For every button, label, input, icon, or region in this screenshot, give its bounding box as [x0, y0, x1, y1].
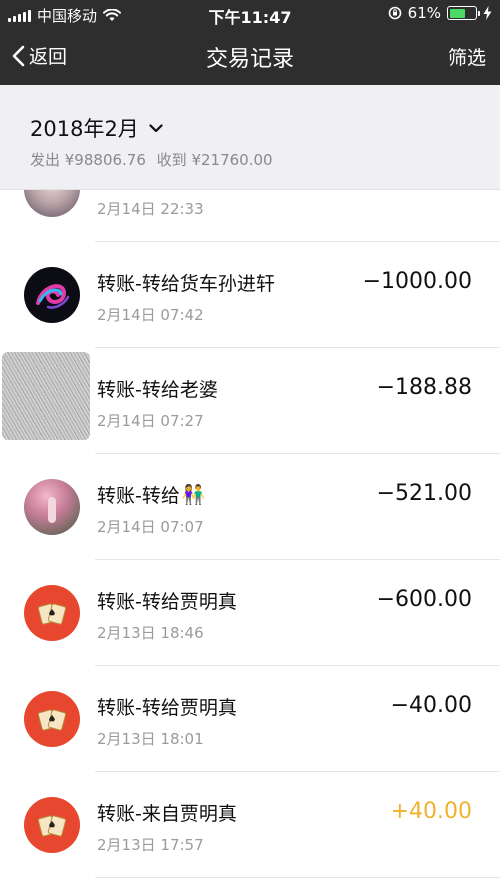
charging-icon	[483, 6, 492, 20]
status-bar: 中国移动 下午11:47 61%	[0, 0, 500, 28]
swirl-avatar	[24, 267, 80, 323]
battery-icon	[447, 6, 480, 20]
photo-avatar	[24, 190, 80, 217]
poker-cards-avatar	[24, 585, 80, 641]
nav-bar: 返回 交易记录 筛选	[0, 28, 500, 85]
transaction-amount: +40.00	[390, 799, 472, 824]
couple-emoji: 👫	[181, 484, 206, 506]
transaction-date: 2月14日 07:42	[97, 306, 204, 324]
month-selector[interactable]: 2018年2月	[30, 113, 163, 143]
transaction-amount: −600.00	[376, 587, 472, 612]
transaction-title: 转账-转给货车孙进轩	[97, 273, 275, 295]
month-label: 2018年2月	[30, 117, 139, 141]
transaction-amount: −188.88	[376, 375, 472, 400]
month-summary: 2018年2月 发出 ¥98806.76 收到 ¥21760.00	[0, 85, 500, 190]
transaction-row[interactable]: 转账-转给贾明真 2月13日 18:01 −40.00	[0, 666, 500, 772]
transaction-date: 2月13日 18:01	[97, 730, 204, 748]
page-title: 交易记录	[205, 47, 294, 72]
orientation-lock-icon	[388, 6, 401, 20]
transaction-row[interactable]: 转账-转给货车孙进轩 2月14日 07:42 −1000.00	[0, 242, 500, 348]
transaction-date: 2月13日 17:57	[97, 836, 204, 854]
filter-button[interactable]: 筛选	[448, 43, 486, 70]
poker-cards-avatar	[24, 691, 80, 747]
photo-avatar	[24, 479, 80, 535]
chevron-down-icon	[149, 123, 163, 132]
totals: 发出 ¥98806.76 收到 ¥21760.00	[30, 149, 279, 170]
transaction-title: 转账-转给贾明真	[97, 697, 237, 719]
transaction-list: 2月14日 22:33 转账-转给货车孙进轩 2月14日 07:42 −1000…	[0, 190, 500, 889]
transaction-date: 2月14日 22:33	[97, 200, 204, 218]
transaction-title: 转账-转给 👫	[97, 484, 206, 507]
transaction-amount: −40.00	[390, 693, 472, 718]
transaction-amount: −1000.00	[362, 269, 472, 294]
transaction-row[interactable]: 转账-转给老婆 2月14日 07:27 −188.88	[0, 348, 500, 454]
transaction-date: 2月14日 07:07	[97, 518, 204, 536]
sketch-avatar	[2, 352, 90, 440]
transaction-date: 2月14日 07:27	[97, 412, 204, 430]
transaction-title: 转账-转给老婆	[97, 379, 218, 401]
poker-cards-avatar	[24, 797, 80, 853]
transaction-title: 转账-转给贾明真	[97, 591, 237, 613]
battery-percent: 61%	[407, 4, 441, 22]
transaction-row[interactable]: 转账-转给贾明真 2月13日 18:46 −600.00	[0, 560, 500, 666]
transaction-title: 转账-来自贾明真	[97, 803, 237, 825]
transaction-date: 2月13日 18:46	[97, 624, 204, 642]
transaction-amount: −521.00	[376, 481, 472, 506]
transaction-row[interactable]: 转账-转给 👫 2月14日 07:07 −521.00	[0, 454, 500, 560]
transaction-row[interactable]: 2月14日 22:33	[0, 190, 500, 242]
income-total: 收到 ¥21760.00	[156, 151, 273, 169]
outgo-total: 发出 ¥98806.76	[30, 151, 146, 169]
transaction-row[interactable]: 转账-来自贾明真 2月13日 17:57 +40.00	[0, 772, 500, 878]
